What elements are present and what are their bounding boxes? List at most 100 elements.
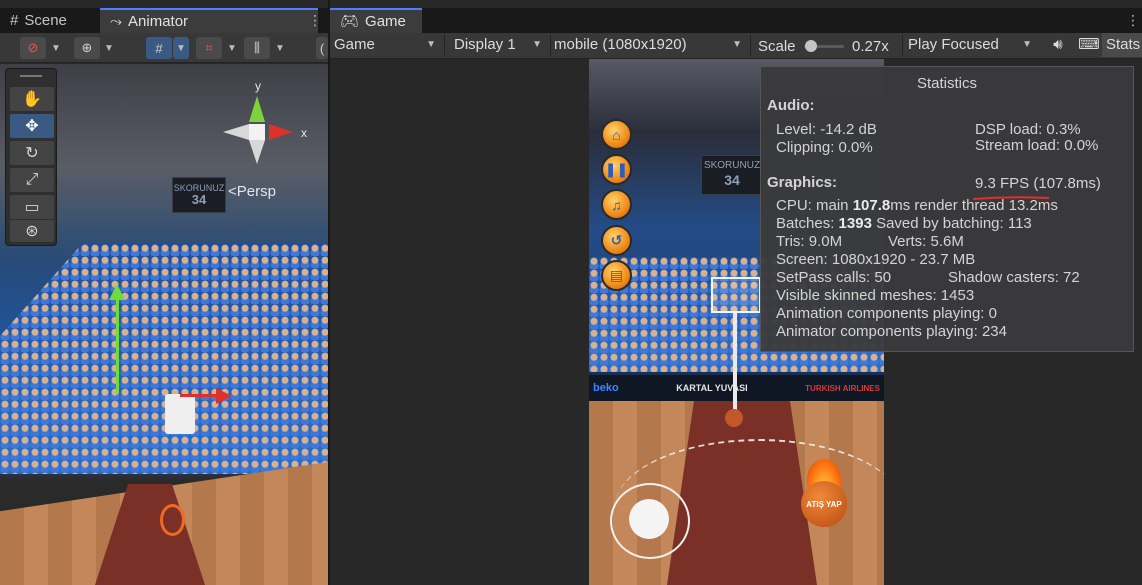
audio-clipping: Clipping: 0.0% bbox=[776, 139, 873, 156]
scene-panel: # Scene ⤳ Animator ⋮ ⊘ ▼ ⊕ ▼ # ▼ ⌗ ▼ ⫼ ▼… bbox=[0, 0, 328, 585]
resolution-dropdown-label: mobile (1080x1920) bbox=[554, 36, 687, 53]
scene-toolbar: ⊘ ▼ ⊕ ▼ # ▼ ⌗ ▼ ⫼ ▼ ( bbox=[0, 33, 328, 63]
x-axis-arrow[interactable] bbox=[216, 388, 232, 404]
render-mode-button[interactable]: ⊕ bbox=[74, 37, 100, 59]
x-axis-handle[interactable] bbox=[180, 394, 220, 397]
mute-audio-button[interactable]: 🔊︎ bbox=[1042, 33, 1070, 57]
play-mode-dropdown[interactable]: Play Focused ▼ bbox=[904, 33, 1038, 57]
batches-value: 1393 bbox=[838, 215, 872, 232]
orientation-gizmo[interactable]: y x bbox=[215, 74, 315, 174]
pause-button[interactable]: ❚❚ bbox=[601, 154, 632, 185]
gizmo-neg-x-cone[interactable] bbox=[223, 124, 249, 140]
music-button[interactable]: ♫ bbox=[601, 189, 632, 220]
chevron-down-icon: ▼ bbox=[1022, 39, 1032, 50]
palette-drag-handle[interactable] bbox=[20, 75, 42, 77]
backboard-selected bbox=[165, 394, 195, 434]
scale-label: Scale bbox=[758, 38, 796, 55]
music-icon: ♫ bbox=[611, 196, 622, 213]
batches-stats: Batches: 1393 Saved by batching: 113 bbox=[776, 215, 1032, 232]
increment-snap-dropdown[interactable]: ▼ bbox=[224, 37, 240, 59]
shop-icon: ▤ bbox=[609, 267, 624, 283]
cpu-stats: CPU: main 107.8ms render thread 13.2ms bbox=[776, 197, 1058, 214]
grid-snap-icon: # bbox=[155, 40, 163, 56]
render-mode-dropdown[interactable]: ▼ bbox=[101, 37, 117, 59]
game-scoreboard: SKORUNUZ 34 bbox=[701, 155, 763, 195]
screen-stat: Screen: 1080x1920 - 23.7 MB bbox=[776, 251, 976, 268]
snap-icon: ⌗ bbox=[205, 40, 213, 55]
batches-label: Batches: bbox=[776, 215, 839, 232]
gizmo-toggle-dropdown[interactable]: ▼ bbox=[272, 37, 288, 59]
crowd-stands bbox=[0, 244, 328, 474]
stats-button[interactable]: Stats bbox=[1102, 33, 1142, 57]
grid-snap-button[interactable]: # bbox=[146, 37, 172, 59]
hand-icon: ✋ bbox=[22, 91, 42, 108]
gizmo-y-cone[interactable] bbox=[249, 96, 265, 122]
transform-tool[interactable]: ⊛ bbox=[10, 220, 54, 242]
gizmo-y-label: y bbox=[255, 79, 261, 93]
divider bbox=[444, 35, 445, 55]
shoot-button[interactable]: ATIŞ YAP bbox=[799, 459, 849, 527]
game-view-dropdown-label: Game bbox=[334, 36, 375, 53]
rect-tool[interactable]: ▭ bbox=[10, 195, 54, 219]
y-axis-handle[interactable] bbox=[116, 294, 119, 394]
game-view-dropdown[interactable]: Game ▼ bbox=[330, 33, 442, 57]
increment-snap-button[interactable]: ⌗ bbox=[196, 37, 222, 59]
gizmo-neg-y-cone[interactable] bbox=[249, 140, 265, 164]
gizmo-x-label: x bbox=[301, 126, 307, 140]
chevron-down-icon: ▼ bbox=[426, 39, 436, 50]
resolution-dropdown[interactable]: mobile (1080x1920) ▼ bbox=[550, 33, 748, 57]
divider bbox=[750, 35, 751, 55]
grid-snap-dropdown[interactable]: ▼ bbox=[173, 37, 189, 59]
more-options-icon[interactable]: ⋮ bbox=[308, 12, 322, 28]
shop-button[interactable]: ▤ bbox=[601, 260, 632, 291]
dsp-load: DSP load: 0.3% bbox=[975, 121, 1081, 138]
banner-left: beko bbox=[593, 382, 619, 394]
joystick-knob[interactable] bbox=[629, 499, 669, 539]
animator-icon: ⤳ bbox=[110, 13, 123, 30]
projection-toggle[interactable]: <Persp bbox=[228, 183, 276, 200]
draw-mode-button[interactable]: ⊘ bbox=[20, 37, 46, 59]
restart-button[interactable]: ↺ bbox=[601, 225, 632, 256]
gizmo-toggle-button[interactable]: ⫼ bbox=[244, 37, 270, 59]
grid-icon: # bbox=[10, 12, 19, 29]
globe-icon: ⊕ bbox=[81, 40, 93, 55]
move-tool[interactable]: ✥ bbox=[10, 114, 54, 138]
tab-scene[interactable]: # Scene bbox=[0, 8, 98, 33]
tab-game-label: Game bbox=[365, 13, 406, 30]
game-more-options-icon[interactable]: ⋮ bbox=[1126, 12, 1140, 28]
keyboard-icon: ⌨ bbox=[1078, 36, 1100, 53]
scale-slider-thumb[interactable] bbox=[805, 40, 817, 52]
draw-mode-dropdown[interactable]: ▼ bbox=[48, 37, 64, 59]
ball-on-court bbox=[725, 409, 743, 427]
speaker-icon: 🔊︎ bbox=[1053, 36, 1063, 53]
gizmo-x-cone[interactable] bbox=[269, 124, 293, 140]
rotate-icon: ↻ bbox=[25, 145, 39, 162]
game-backboard bbox=[711, 277, 761, 313]
game-scoreboard-value: 34 bbox=[724, 172, 740, 188]
y-axis-arrow[interactable] bbox=[109, 284, 125, 300]
game-tabbar: 🎮︎ Game ⋮ bbox=[330, 8, 1142, 33]
batches-rest: Saved by batching: 113 bbox=[871, 215, 1032, 232]
audio-header: Audio: bbox=[767, 97, 815, 114]
display-dropdown[interactable]: Display 1 ▼ bbox=[450, 33, 548, 57]
home-button[interactable]: ⌂ bbox=[601, 119, 632, 150]
scale-tool[interactable]: ⤢ bbox=[10, 168, 54, 192]
game-panel: 🎮︎ Game ⋮ Game ▼ Display 1 ▼ mobile (1080x… bbox=[330, 0, 1142, 585]
chevron-down-icon: ▼ bbox=[732, 39, 742, 50]
cpu-main-rest: ms render thread 13.2ms bbox=[890, 197, 1058, 214]
verts-stat: Verts: 5.6M bbox=[888, 233, 964, 250]
keyboard-button[interactable]: ⌨ bbox=[1074, 33, 1100, 57]
play-mode-label: Play Focused bbox=[908, 36, 999, 53]
game-scoreboard-text: SKORUNUZ bbox=[703, 160, 761, 171]
tab-game[interactable]: 🎮︎ Game bbox=[330, 8, 422, 33]
hoop-ring bbox=[160, 504, 185, 536]
rotate-tool[interactable]: ↻ bbox=[10, 141, 54, 165]
gizmo-center-cube[interactable] bbox=[249, 124, 265, 140]
banner-right: TURKISH AIRLINES bbox=[805, 383, 880, 393]
tab-animator[interactable]: ⤳ Animator bbox=[100, 8, 318, 33]
overflow-toolbar-button[interactable]: ( bbox=[316, 37, 328, 59]
hand-tool[interactable]: ✋ bbox=[10, 87, 54, 111]
tab-animator-label: Animator bbox=[128, 13, 189, 30]
cpu-main-label: CPU: main bbox=[776, 197, 853, 214]
home-icon: ⌂ bbox=[612, 126, 621, 143]
